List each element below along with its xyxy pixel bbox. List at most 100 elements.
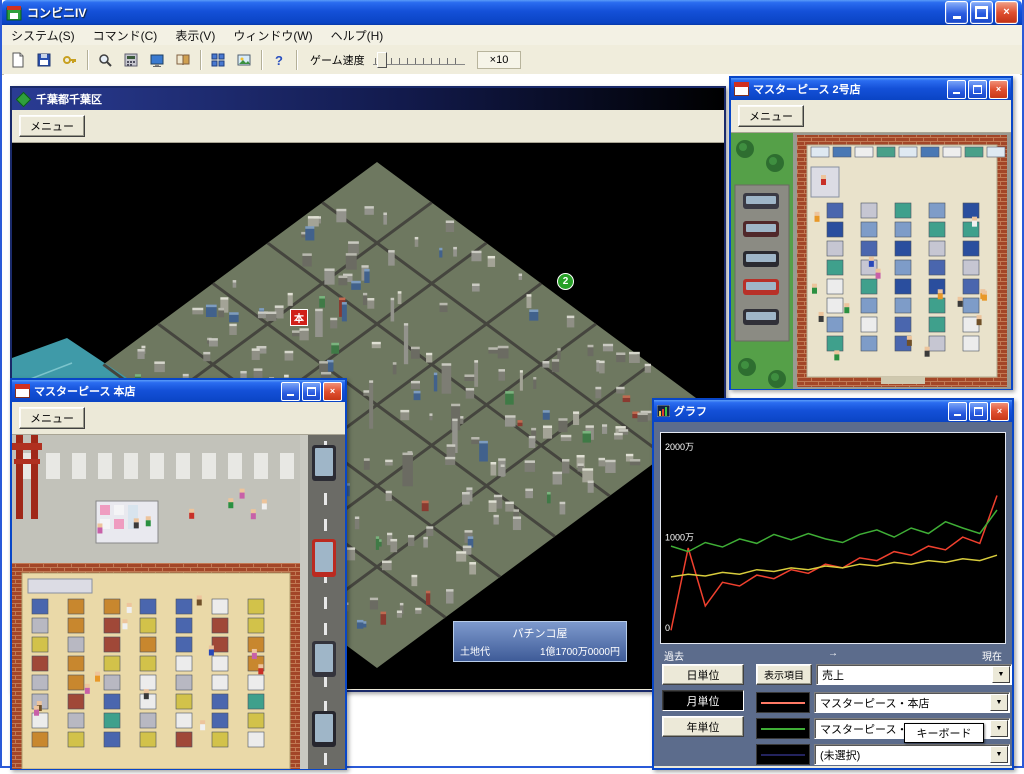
tooltip-building-name: パチンコ屋	[460, 625, 620, 641]
game-speed-label: ゲーム速度	[310, 52, 365, 68]
unit-button-group: 日単位 月単位 年単位	[662, 664, 744, 737]
key-icon[interactable]	[58, 48, 82, 72]
game-speed-slider[interactable]	[373, 51, 465, 69]
legend-row-1: マスターピース・本店 ▼	[756, 692, 1010, 713]
map-window-icon	[16, 91, 32, 107]
svg-text:1000万: 1000万	[665, 533, 694, 543]
legend-row-3: (未選択) ▼	[756, 744, 1010, 765]
land-price-tooltip: パチンコ屋 土地代 1億1700万0000円	[453, 621, 627, 662]
tooltip-land-label: 土地代	[460, 643, 490, 658]
map-window-titlebar[interactable]: 千葉都千葉区	[12, 88, 724, 110]
app-window: コンビニIV × システム(S) コマンド(C) 表示(V) ウィンドウ(W) …	[0, 0, 1024, 768]
store2-scene[interactable]	[731, 133, 1011, 389]
legend-swatch-3	[756, 744, 810, 765]
svg-text:?: ?	[275, 53, 283, 68]
finance-icon[interactable]	[119, 48, 143, 72]
unit-button-day[interactable]: 日単位	[662, 664, 744, 685]
app-icon	[6, 5, 22, 21]
menu-window[interactable]: ウィンドウ(W)	[224, 26, 321, 45]
svg-text:0: 0	[665, 623, 670, 633]
menu-view[interactable]: 表示(V)	[166, 26, 224, 45]
store-marker-main[interactable]: 本	[290, 309, 308, 326]
store1-menustrip: メニュー	[12, 402, 345, 435]
store1-scene[interactable]	[12, 435, 345, 769]
store2-minimize-button[interactable]	[947, 80, 966, 99]
store2-menustrip: メニュー	[731, 100, 1011, 133]
titlebar[interactable]: コンビニIV ×	[2, 0, 1022, 25]
chart-canvas: 2000万 1000万 0	[661, 433, 1005, 643]
image-icon[interactable]	[232, 48, 256, 72]
store1-maximize-button[interactable]	[302, 382, 321, 401]
toolbar-separator	[200, 50, 201, 70]
help-icon[interactable]: ?	[267, 48, 291, 72]
close-button[interactable]: ×	[995, 1, 1018, 24]
store1-close-button[interactable]: ×	[323, 382, 342, 401]
chevron-down-icon[interactable]: ▼	[992, 666, 1010, 683]
minimize-button[interactable]	[945, 1, 968, 24]
store1-window-title: マスターピース 本店	[34, 383, 277, 399]
display-item-label: 表示項目	[756, 664, 812, 685]
menu-system[interactable]: システム(S)	[2, 26, 84, 45]
unit-button-month[interactable]: 月単位	[662, 690, 744, 711]
save-icon[interactable]	[32, 48, 56, 72]
store2-maximize-button[interactable]	[968, 80, 987, 99]
display-item-row: 表示項目 売上 ▼	[756, 664, 1012, 685]
legend-label-1: マスターピース・本店	[820, 695, 929, 711]
x-axis-right-label: 現在	[982, 648, 1002, 663]
unit-button-year[interactable]: 年単位	[662, 716, 744, 737]
store1-window-icon	[15, 384, 30, 398]
graph-body: 2000万 1000万 0 過去 → 現在 日単位 月単位 年単位 表示項目 売上 …	[654, 422, 1012, 766]
tile-windows-icon[interactable]	[206, 48, 230, 72]
legend-swatch-2	[756, 718, 810, 739]
svg-text:2000万: 2000万	[665, 442, 694, 452]
toolbar: ? ゲーム速度 ×10	[2, 45, 1022, 75]
graph-minimize-button[interactable]	[948, 402, 967, 421]
store1-window: マスターピース 本店 × メニュー	[10, 378, 347, 770]
game-speed-value: ×10	[477, 51, 522, 69]
legend-select-3[interactable]: (未選択) ▼	[814, 744, 1010, 765]
store2-window-icon	[734, 82, 749, 96]
menu-bar: システム(S) コマンド(C) 表示(V) ウィンドウ(W) ヘルプ(H)	[2, 25, 1022, 46]
app-title: コンビニIV	[27, 4, 940, 21]
graph-window: グラフ × 2000万 1000万 0 過去 → 現在 日単位 月単位 年単位	[652, 398, 1014, 770]
map-menustrip: メニュー	[12, 110, 724, 143]
x-axis-left-label: 過去	[664, 648, 684, 663]
store1-titlebar[interactable]: マスターピース 本店 ×	[12, 380, 345, 402]
tooltip-land-value: 1億1700万0000円	[540, 643, 620, 658]
legend-label-3: (未選択)	[820, 747, 860, 763]
manual-icon[interactable]	[171, 48, 195, 72]
maximize-button[interactable]	[970, 1, 993, 24]
graph-close-button[interactable]: ×	[990, 402, 1009, 421]
ime-tooltip: キーボード	[904, 723, 984, 743]
graph-window-icon	[657, 405, 670, 417]
monitor-icon[interactable]	[145, 48, 169, 72]
store2-close-button[interactable]: ×	[989, 80, 1008, 99]
store2-menu-button[interactable]: メニュー	[738, 105, 804, 127]
graph-maximize-button[interactable]	[969, 402, 988, 421]
graph-window-title: グラフ	[674, 403, 944, 419]
menu-help[interactable]: ヘルプ(H)	[322, 26, 393, 45]
chevron-down-icon[interactable]: ▼	[990, 720, 1008, 737]
toolbar-separator	[296, 50, 297, 70]
slider-thumb[interactable]	[377, 52, 387, 68]
toolbar-separator	[87, 50, 88, 70]
display-item-select[interactable]: 売上 ▼	[816, 664, 1012, 685]
graph-titlebar[interactable]: グラフ ×	[654, 400, 1012, 422]
new-document-icon[interactable]	[6, 48, 30, 72]
menu-command[interactable]: コマンド(C)	[84, 26, 167, 45]
sales-chart: 2000万 1000万 0	[660, 432, 1006, 644]
map-window-title: 千葉都千葉区	[36, 91, 721, 107]
chevron-down-icon[interactable]: ▼	[990, 746, 1008, 763]
x-axis-labels: 過去 → 現在	[664, 648, 1002, 663]
store1-menu-button[interactable]: メニュー	[19, 407, 85, 429]
toolbar-separator	[261, 50, 262, 70]
store2-titlebar[interactable]: マスターピース 2号店 ×	[731, 78, 1011, 100]
map-menu-button[interactable]: メニュー	[19, 115, 85, 137]
store-marker-branch[interactable]: 2	[557, 273, 574, 290]
legend-select-1[interactable]: マスターピース・本店 ▼	[814, 692, 1010, 713]
zoom-icon[interactable]	[93, 48, 117, 72]
x-axis-arrow: →	[828, 648, 838, 663]
store2-window: マスターピース 2号店 × メニュー	[729, 76, 1013, 390]
store1-minimize-button[interactable]	[281, 382, 300, 401]
chevron-down-icon[interactable]: ▼	[990, 694, 1008, 711]
